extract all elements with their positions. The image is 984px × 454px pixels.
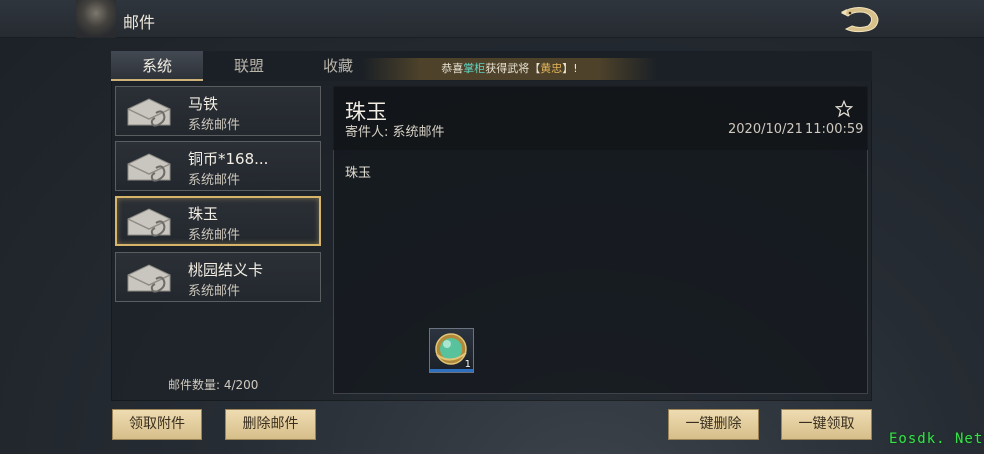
- ticker-mid: 获得武将【: [485, 62, 541, 75]
- claim-attachment-button[interactable]: 领取附件: [112, 409, 202, 440]
- star-icon[interactable]: [835, 100, 853, 118]
- delete-mail-button[interactable]: 删除邮件: [225, 409, 316, 440]
- ticker-general: 黄忠: [540, 62, 563, 75]
- mail-title: 铜币*168...: [188, 150, 269, 168]
- attachment-quantity: 1: [464, 359, 471, 370]
- mail-subtitle: 系统邮件: [188, 173, 241, 188]
- mail-subtitle: 系统邮件: [188, 118, 241, 133]
- page-title: 邮件: [123, 13, 156, 32]
- envelope-icon: [127, 98, 171, 127]
- ticker-suffix: 】!: [562, 62, 578, 75]
- mail-date: 2020/10/21: [728, 122, 803, 137]
- ticker-player: 掌柜: [463, 62, 486, 75]
- mail-item[interactable]: 桃园结义卡 系统邮件: [115, 252, 321, 302]
- mail-time: 11:00:59: [805, 122, 864, 137]
- envelope-icon: [127, 264, 171, 293]
- attachment-slot[interactable]: 1: [429, 328, 474, 373]
- mail-item-selected[interactable]: 珠玉 系统邮件: [115, 196, 321, 246]
- warrior-portrait-icon: [76, 0, 116, 38]
- mail-detail-header: [333, 86, 868, 150]
- mail-subtitle: 系统邮件: [188, 228, 241, 243]
- mail-title: 马铁: [188, 95, 219, 113]
- announcement-ticker: 恭喜掌柜获得武将【黄忠】!: [362, 58, 657, 80]
- mail-title: 桃园结义卡: [188, 261, 264, 279]
- mail-title: 珠玉: [188, 205, 219, 223]
- mail-item[interactable]: 铜币*168... 系统邮件: [115, 141, 321, 191]
- envelope-icon: [127, 208, 171, 237]
- delete-all-button[interactable]: 一键删除: [668, 409, 759, 440]
- dragon-back-icon[interactable]: [838, 4, 882, 34]
- mail-item[interactable]: 马铁 系统邮件: [115, 86, 321, 136]
- mail-body-text: 珠玉: [345, 166, 372, 181]
- claim-all-button[interactable]: 一键领取: [781, 409, 872, 440]
- mail-subtitle: 系统邮件: [188, 284, 241, 299]
- tab-alliance[interactable]: 联盟: [203, 51, 295, 81]
- envelope-icon: [127, 153, 171, 182]
- watermark: Eosdk. Net: [889, 431, 984, 447]
- tab-system[interactable]: 系统: [111, 51, 203, 81]
- ticker-prefix: 恭喜: [441, 62, 464, 75]
- mail-count: 邮件数量: 4/200: [168, 378, 259, 392]
- mail-sender: 寄件人: 系统邮件: [345, 125, 445, 140]
